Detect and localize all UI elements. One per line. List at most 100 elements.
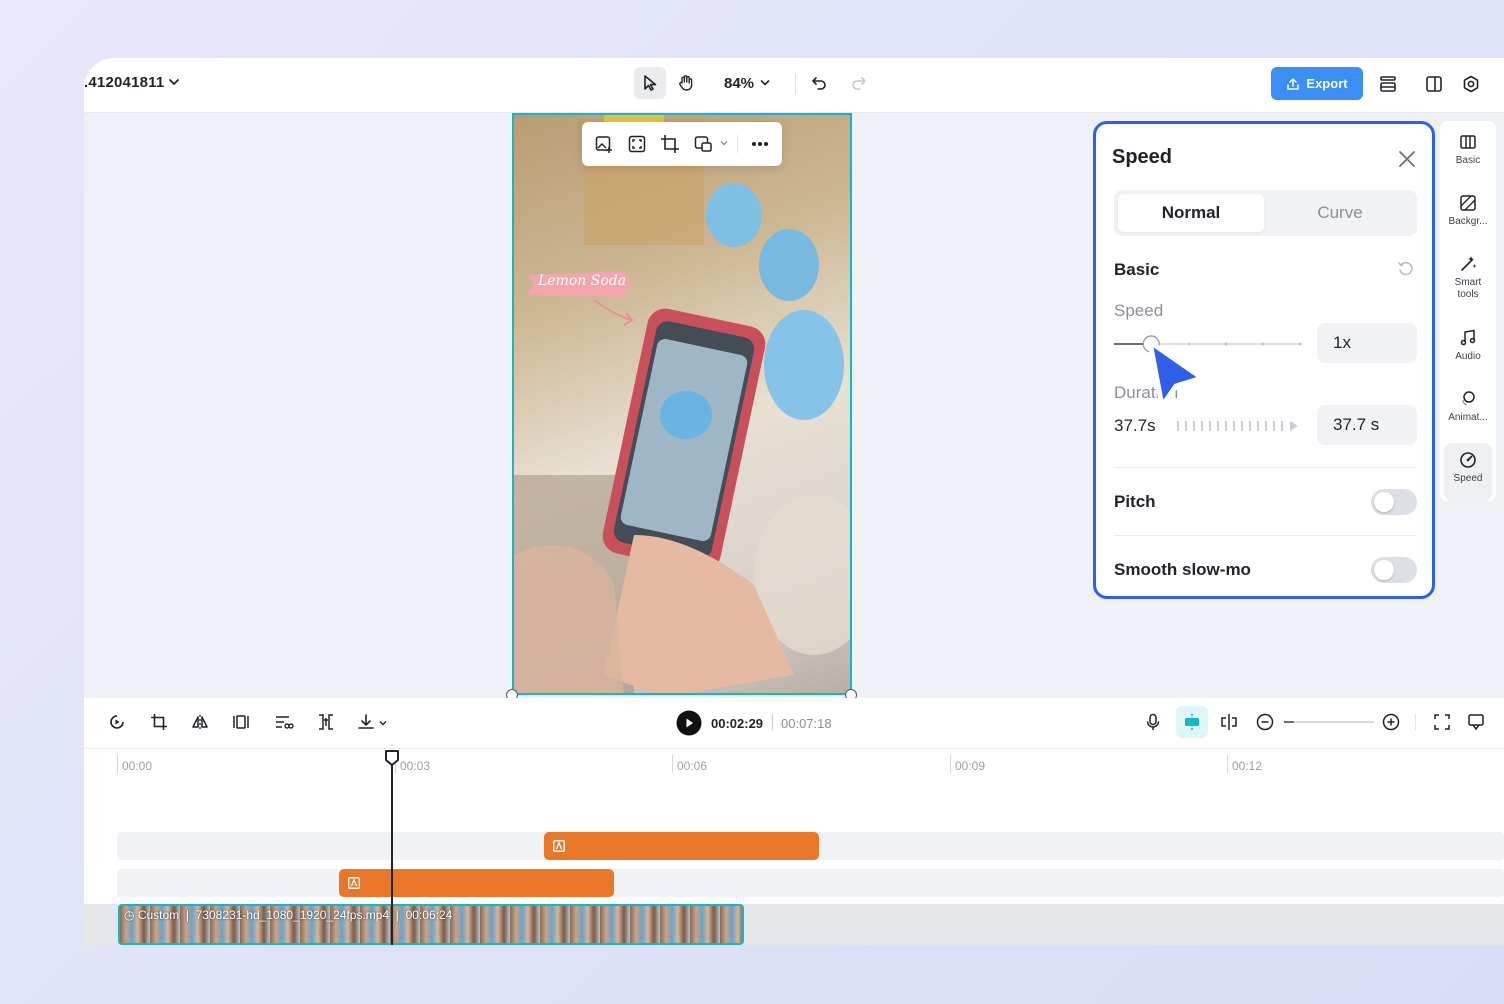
video-preview[interactable]: Lemon Soda (512, 113, 852, 695)
property-rail: Basic Backgr... Smart tools Audio Animat… (1440, 121, 1496, 501)
upload-icon (1287, 77, 1300, 90)
auto-reframe-icon[interactable] (108, 713, 126, 731)
divider (795, 74, 796, 94)
divider (772, 714, 773, 730)
panel-toggle-button[interactable] (1418, 68, 1450, 100)
add-image-icon[interactable] (594, 134, 614, 154)
clip-speed-tag: Custom (137, 908, 180, 922)
close-icon[interactable] (1398, 150, 1416, 168)
project-name[interactable]: .412041811 (84, 74, 164, 91)
smooth-slowmo-label: Smooth slow-mo (1114, 560, 1251, 579)
rail-item-speed[interactable]: Speed (1444, 443, 1492, 501)
divider (1114, 535, 1417, 536)
rail-label: Speed (1453, 473, 1483, 484)
hand-tool-button[interactable] (670, 67, 702, 99)
ruler-label: 00:06 (677, 759, 708, 773)
gear-icon (1463, 75, 1479, 93)
editor-app: .412041811 84% Export Lemon Soda Speed N… (84, 58, 1504, 945)
rail-label: Smart tools (1454, 277, 1482, 300)
pitch-label: Pitch (1114, 492, 1156, 511)
rail-item-background[interactable]: Backgr... (1444, 186, 1492, 244)
divider (737, 135, 738, 153)
divider (1415, 714, 1416, 730)
more-icon[interactable] (750, 140, 770, 148)
speed-label: Speed (1114, 301, 1164, 320)
total-time: 00:07:18 (781, 716, 832, 731)
timeline-zoom-slider[interactable] (1284, 720, 1374, 724)
smooth-slowmo-toggle[interactable] (1371, 557, 1417, 583)
hand-icon (679, 75, 693, 91)
duration-value: 37.7s (1114, 416, 1156, 435)
chevron-down-icon[interactable] (719, 138, 729, 148)
duration-input[interactable]: 37.7 s (1317, 405, 1417, 445)
trim-icon[interactable] (317, 713, 335, 731)
tab-curve[interactable]: Curve (1267, 194, 1413, 232)
split-clip-icon[interactable] (1219, 713, 1239, 731)
undo-button[interactable] (803, 67, 835, 99)
select-tool-button[interactable] (634, 67, 666, 99)
text-icon (348, 877, 360, 889)
split-panel-icon (1426, 76, 1442, 92)
speed-mode-switch: Normal Curve (1114, 190, 1417, 236)
download-icon[interactable] (357, 713, 375, 731)
video-clip[interactable]: ◷ Custom | 7308231-hd_1080_1920_24fps.mp… (118, 904, 744, 945)
speed-icon (1460, 452, 1476, 468)
flip-icon[interactable] (191, 713, 209, 731)
chevron-down-icon[interactable] (378, 718, 388, 728)
fit-frame-icon[interactable] (627, 134, 647, 154)
microphone-icon[interactable] (1144, 713, 1162, 731)
play-icon (676, 710, 702, 736)
chevron-down-icon[interactable] (168, 76, 180, 88)
chevron-down-icon[interactable] (760, 78, 770, 88)
speed-value-input[interactable]: 1x (1317, 323, 1417, 363)
play-button[interactable] (676, 710, 702, 736)
layers-icon (1380, 76, 1396, 92)
playhead[interactable] (391, 762, 393, 945)
zoom-level[interactable]: 84% (724, 75, 754, 92)
ruler-label: 00:00 (122, 759, 153, 773)
sticker-icon (553, 840, 565, 852)
floating-toolbar (582, 122, 782, 166)
playhead-handle[interactable] (384, 749, 400, 767)
rail-label: Backgr... (1448, 216, 1488, 227)
duration-ticks (1176, 418, 1304, 434)
text-clip[interactable] (339, 869, 614, 897)
divider (84, 748, 1504, 749)
split-icon[interactable] (232, 713, 250, 731)
clip-duration: 00:06:24 (405, 908, 453, 922)
current-time: 00:02:29 (711, 716, 764, 731)
mouse-cursor-icon (1144, 336, 1210, 414)
reset-icon[interactable] (1397, 260, 1415, 278)
redo-button[interactable] (843, 67, 875, 99)
ruler-label: 00:09 (955, 759, 986, 773)
zoom-in-icon[interactable] (1382, 713, 1400, 731)
panel-title: Speed (1112, 146, 1173, 168)
export-label: Export (1306, 76, 1348, 91)
comment-icon[interactable] (1467, 713, 1485, 731)
rail-item-animation[interactable]: Animat... (1444, 382, 1492, 440)
audio-split-icon[interactable] (274, 713, 294, 731)
crop-icon[interactable] (660, 134, 680, 154)
fullscreen-icon[interactable] (1433, 713, 1451, 731)
crop-icon[interactable] (150, 713, 168, 731)
section-basic: Basic (1114, 260, 1160, 279)
lemon-soda-sticker[interactable]: Lemon Soda (538, 273, 626, 289)
tab-normal[interactable]: Normal (1118, 194, 1264, 232)
snap-icon (1185, 714, 1199, 730)
rail-item-smart-tools[interactable]: Smart tools (1444, 247, 1492, 311)
zoom-out-icon[interactable] (1256, 713, 1274, 731)
settings-button[interactable] (1455, 68, 1487, 100)
replace-icon[interactable] (693, 134, 713, 154)
basic-icon (1460, 135, 1476, 149)
top-bar: .412041811 84% Export (84, 58, 1504, 113)
rail-item-audio[interactable]: Audio (1444, 321, 1492, 379)
rail-label: Animat... (1448, 412, 1488, 423)
pitch-toggle[interactable] (1371, 489, 1417, 515)
magnet-snap-button[interactable] (1176, 706, 1208, 738)
rail-item-basic[interactable]: Basic (1444, 125, 1492, 183)
export-button[interactable]: Export (1271, 67, 1363, 100)
layers-button[interactable] (1372, 68, 1404, 100)
divider (1114, 467, 1417, 468)
sticker-clip[interactable] (544, 832, 819, 860)
speed-tag-icon: ◷ (124, 908, 135, 922)
